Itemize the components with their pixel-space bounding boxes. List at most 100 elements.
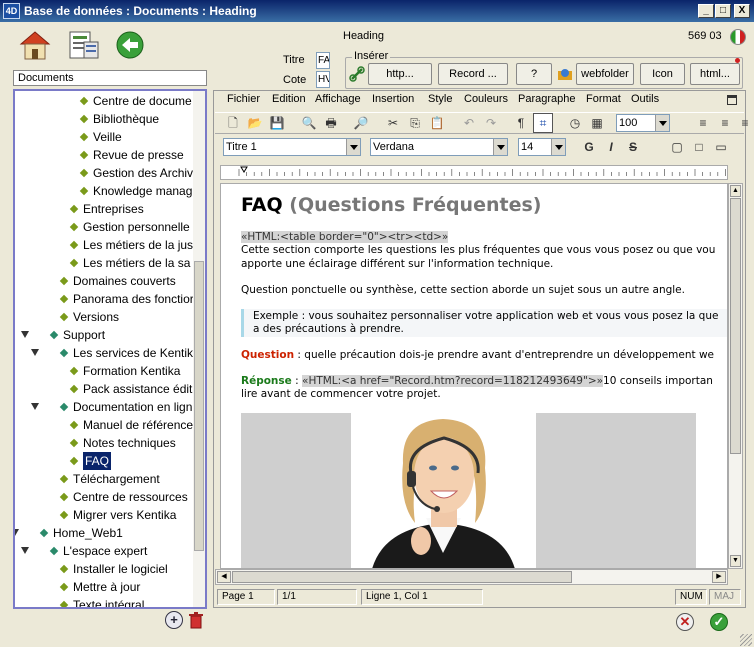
- save-icon[interactable]: 💾: [267, 113, 287, 133]
- language-flag-icon[interactable]: [730, 29, 746, 45]
- italic-button[interactable]: I: [601, 137, 621, 157]
- maximize-button[interactable]: □: [715, 4, 731, 18]
- document-canvas[interactable]: FAQ (Questions Fréquentes) «HTML:<table …: [220, 183, 728, 569]
- expand-triangle-icon[interactable]: [21, 331, 29, 338]
- tree-bullet-icon: [69, 222, 79, 232]
- align-left-icon[interactable]: ≡: [693, 113, 713, 133]
- menu-couleurs[interactable]: Couleurs: [464, 93, 508, 105]
- find-icon[interactable]: 🔎: [351, 113, 371, 133]
- document-tree[interactable]: Centre de docume Bibliothèque Veille Revue …: [13, 89, 207, 609]
- tree-bullet-icon: [59, 402, 69, 412]
- expand-triangle-icon[interactable]: [31, 349, 39, 356]
- expand-triangle-icon[interactable]: [31, 403, 39, 410]
- zoom-select[interactable]: 100: [616, 114, 670, 132]
- tree-node-label: Mettre à jour: [73, 580, 141, 594]
- clock-icon[interactable]: ◷: [565, 113, 585, 133]
- indent-marker-icon[interactable]: [240, 166, 248, 173]
- document-vertical-scrollbar[interactable]: ▲ ▼: [728, 183, 743, 569]
- chevron-down-icon[interactable]: [493, 139, 507, 155]
- open-folder-icon[interactable]: 📂: [245, 113, 265, 133]
- paragraph-style-select[interactable]: Titre 1: [223, 138, 361, 156]
- record-number: 569 03: [688, 30, 722, 42]
- support-agent-photo[interactable]: [351, 413, 536, 568]
- tree-scroll-thumb[interactable]: [194, 261, 204, 551]
- ruler[interactable]: [220, 165, 728, 180]
- align-center-icon[interactable]: ≡: [715, 113, 735, 133]
- menu-edition[interactable]: Edition: [272, 93, 306, 105]
- tree-scrollbar[interactable]: [193, 91, 205, 607]
- reponse-line: Réponse : «HTML:<a href="Record.htm?reco…: [241, 375, 713, 387]
- add-node-button[interactable]: +: [165, 611, 183, 629]
- titre-field[interactable]: FA: [316, 52, 330, 69]
- chevron-down-icon[interactable]: [346, 139, 360, 155]
- bold-button[interactable]: G: [579, 137, 599, 157]
- menu-fichier[interactable]: Fichier: [227, 93, 260, 105]
- scroll-down-icon[interactable]: ▼: [730, 555, 741, 567]
- pilcrow-icon[interactable]: ¶: [511, 113, 531, 133]
- editor-toolbar: 🗋 📂 💾 🔍 🖶 🔎 ✂ ⎘ 📋 ↶ ↷ ¶ ⌗ ◷ ▦ 100 ≡ ≡ ≡: [215, 112, 749, 134]
- border-box-icon[interactable]: □: [689, 137, 709, 157]
- cancel-button[interactable]: ✕: [676, 613, 694, 631]
- link-icon[interactable]: [349, 66, 365, 82]
- ruler-scale: [238, 166, 726, 176]
- tree-node-label: Support: [63, 328, 106, 342]
- scroll-right-icon[interactable]: ▶: [712, 571, 726, 583]
- tree-node-label: Knowledge manag: [93, 184, 193, 198]
- cut-icon[interactable]: ✂: [383, 113, 403, 133]
- new-document-icon[interactable]: 🗋: [223, 113, 243, 133]
- expand-triangle-icon[interactable]: [15, 529, 19, 536]
- restore-editor-icon[interactable]: [727, 95, 737, 105]
- vertical-scroll-thumb[interactable]: [730, 198, 741, 454]
- font-size-select[interactable]: 14: [518, 138, 566, 156]
- home-icon[interactable]: [18, 28, 52, 62]
- font-select[interactable]: Verdana: [370, 138, 508, 156]
- menu-insertion[interactable]: Insertion: [372, 93, 414, 105]
- resize-grip-icon[interactable]: [740, 634, 752, 646]
- title-strong: FAQ: [241, 194, 283, 216]
- copy-icon[interactable]: ⎘: [405, 113, 425, 133]
- menu-format[interactable]: Format: [586, 93, 621, 105]
- print-icon[interactable]: 🖶: [321, 113, 341, 133]
- document-list-icon[interactable]: [67, 28, 101, 62]
- insert-record-button[interactable]: Record ...: [438, 63, 508, 85]
- calendar-icon[interactable]: ▦: [587, 113, 607, 133]
- question-line: Question : quelle précaution dois-je pre…: [241, 349, 714, 361]
- insert-icon-button[interactable]: Icon: [640, 63, 685, 85]
- delete-node-icon[interactable]: [188, 611, 204, 629]
- menu-paragraphe[interactable]: Paragraphe: [518, 93, 576, 105]
- expand-triangle-icon[interactable]: [21, 547, 29, 554]
- menu-outils[interactable]: Outils: [631, 93, 659, 105]
- back-arrow-icon[interactable]: [115, 30, 149, 64]
- insert-webfolder-button[interactable]: webfolder: [576, 63, 634, 85]
- html-tag-table: «HTML:<table border="0"><tr><td>»: [241, 231, 449, 243]
- border-bottom-icon[interactable]: ▭: [711, 137, 731, 157]
- minimize-button[interactable]: _: [698, 4, 714, 18]
- horizontal-scroll-thumb[interactable]: [232, 571, 572, 583]
- chevron-down-icon[interactable]: [655, 115, 669, 131]
- document-horizontal-scrollbar[interactable]: ◀ ▶: [215, 569, 728, 585]
- tree-header[interactable]: Documents: [13, 70, 207, 86]
- align-right-icon[interactable]: ≡: [735, 113, 754, 133]
- menu-affichage[interactable]: Affichage: [315, 93, 361, 105]
- tree-bullet-icon: [59, 312, 69, 322]
- tree-bullet-icon: [79, 168, 89, 178]
- undo-icon[interactable]: ↶: [459, 113, 479, 133]
- menu-style[interactable]: Style: [428, 93, 452, 105]
- border-none-icon[interactable]: ▢: [667, 137, 687, 157]
- strike-button[interactable]: S: [623, 137, 643, 157]
- scroll-left-icon[interactable]: ◀: [217, 571, 231, 583]
- print-preview-icon[interactable]: 🔍: [299, 113, 319, 133]
- close-button[interactable]: X: [734, 4, 750, 18]
- status-num: NUM: [675, 589, 707, 605]
- redo-icon[interactable]: ↷: [481, 113, 501, 133]
- insert-http-button[interactable]: http...: [368, 63, 432, 85]
- scroll-up-icon[interactable]: ▲: [730, 185, 741, 197]
- html-tag-text: «HTML:<table border="0"><tr><td>»: [241, 231, 449, 243]
- validate-button[interactable]: ✓: [710, 613, 728, 631]
- insert-help-button[interactable]: ?: [516, 63, 552, 85]
- paste-icon[interactable]: 📋: [427, 113, 447, 133]
- insert-html-button[interactable]: html...: [690, 63, 740, 85]
- cote-field[interactable]: HV: [316, 71, 330, 88]
- show-codes-icon[interactable]: ⌗: [533, 113, 553, 133]
- chevron-down-icon[interactable]: [551, 139, 565, 155]
